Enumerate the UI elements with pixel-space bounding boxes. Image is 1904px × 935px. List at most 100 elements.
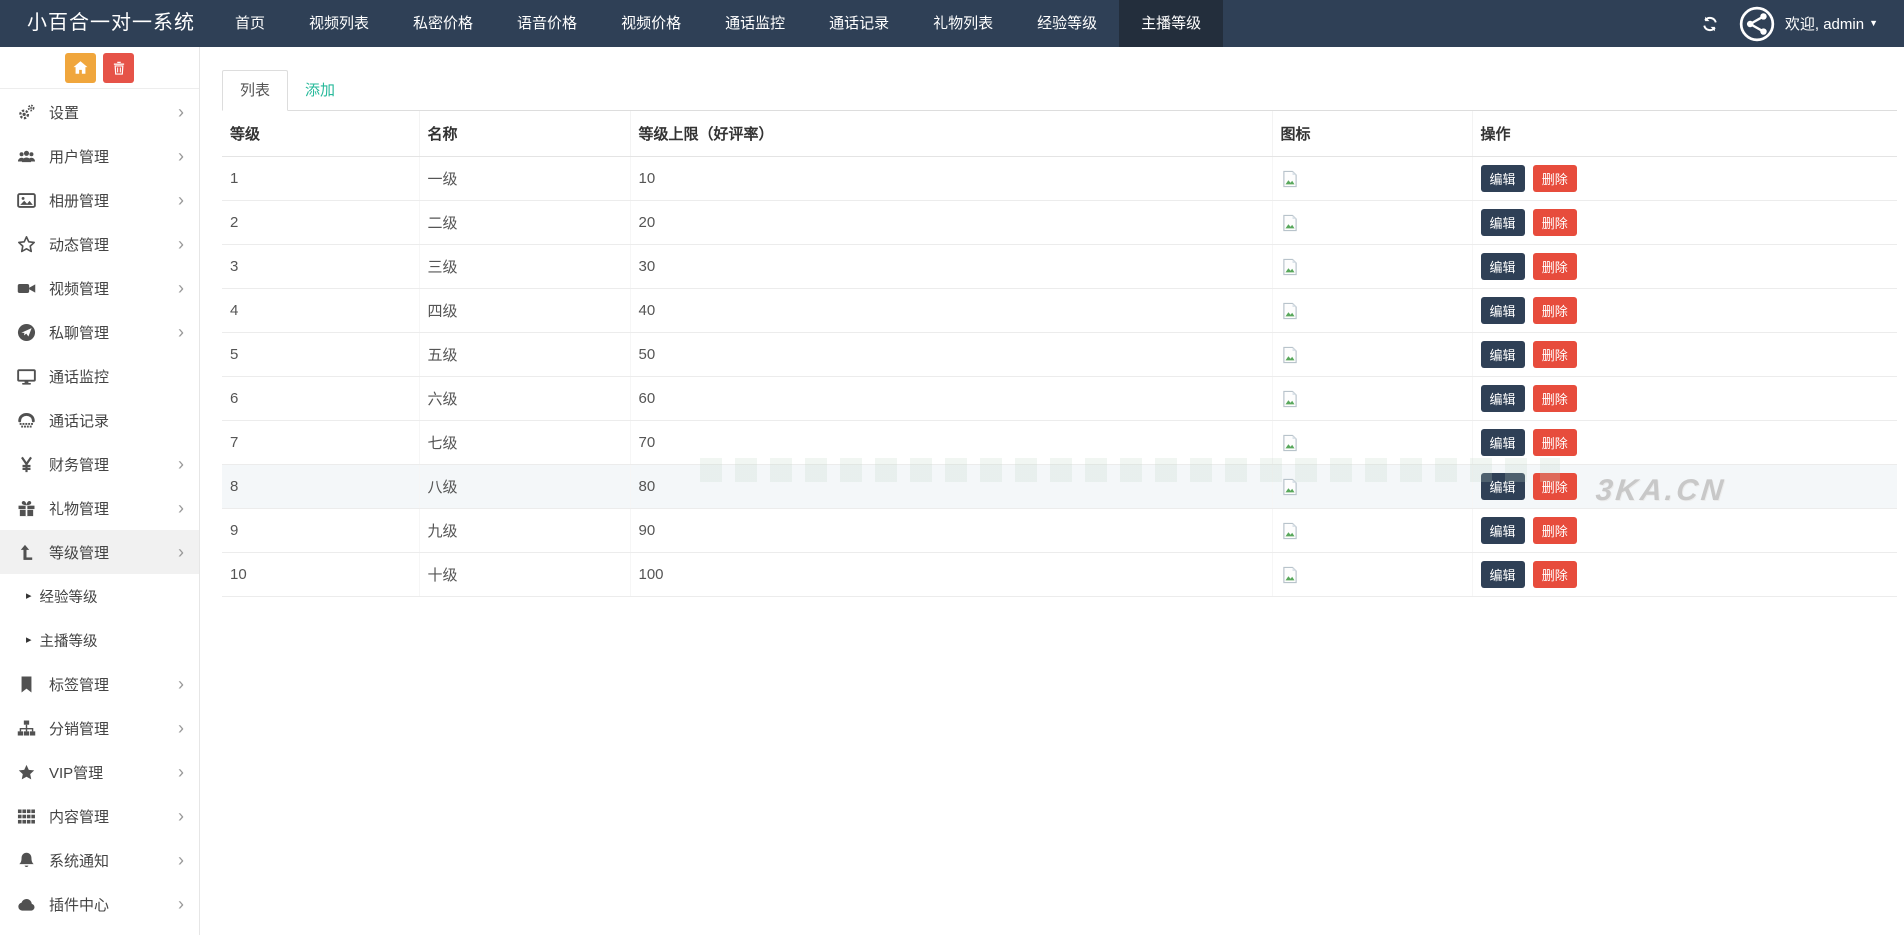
- delete-button[interactable]: 删除: [1532, 253, 1577, 280]
- chevron-right-icon: ›: [178, 234, 184, 254]
- delete-button[interactable]: 删除: [1532, 473, 1577, 500]
- navbar-item[interactable]: 主播等级: [1119, 0, 1224, 47]
- delete-button[interactable]: 删除: [1532, 561, 1577, 588]
- delete-button[interactable]: 删除: [1532, 517, 1577, 544]
- cell-name: 十级: [419, 552, 631, 597]
- cell-operations: 编辑 删除: [1472, 420, 1897, 465]
- cell-limit: 70: [630, 420, 1273, 465]
- sidebar-subitem-label: 经验等级: [39, 589, 98, 606]
- yen-icon: [17, 455, 36, 474]
- caret-right-icon: ▸: [26, 589, 32, 602]
- cell-level: 9: [222, 508, 420, 553]
- navbar-right: 欢迎, admin ▼: [1697, 0, 1904, 47]
- sidebar-subitem[interactable]: ▸ 经验等级: [0, 574, 199, 618]
- edit-button[interactable]: 编辑: [1480, 297, 1525, 324]
- tab-bar: 列表 添加: [222, 69, 1897, 111]
- sidebar-item[interactable]: 通话监控: [0, 354, 199, 398]
- edit-button[interactable]: 编辑: [1480, 385, 1525, 412]
- table-row: 5 五级 50 编辑 删除: [222, 332, 1897, 377]
- sidebar-item-label: 等级管理: [49, 544, 110, 562]
- tab-list[interactable]: 列表: [222, 70, 289, 111]
- edit-button[interactable]: 编辑: [1480, 429, 1525, 456]
- sidebar-item[interactable]: 动态管理 ›: [0, 222, 199, 266]
- edit-button[interactable]: 编辑: [1480, 517, 1525, 544]
- edit-button[interactable]: 编辑: [1480, 561, 1525, 588]
- sidebar-item-label: 分销管理: [49, 720, 110, 738]
- refresh-icon: [1701, 15, 1719, 33]
- sidebar-item-label: 内容管理: [49, 808, 110, 826]
- sidebar-item[interactable]: 分销管理 ›: [0, 706, 199, 750]
- table-row: 7 七级 70 编辑 删除: [222, 420, 1897, 465]
- table-row: 1 一级 10 编辑 删除: [222, 156, 1897, 201]
- delete-button[interactable]: 删除: [1532, 209, 1577, 236]
- cell-level: 10: [222, 552, 420, 597]
- navbar-item[interactable]: 礼物列表: [911, 0, 1015, 47]
- broken-image-icon: [1281, 346, 1299, 364]
- navbar-item[interactable]: 首页: [213, 0, 287, 47]
- navbar-item[interactable]: 视频价格: [599, 0, 703, 47]
- cell-icon: [1272, 508, 1473, 553]
- user-dropdown[interactable]: 欢迎, admin ▼: [1785, 13, 1878, 34]
- star-icon: [17, 763, 36, 782]
- column-header: 名称: [419, 111, 631, 157]
- sidebar-item-label: 相册管理: [49, 192, 110, 210]
- navbar-item[interactable]: 视频列表: [287, 0, 391, 47]
- avatar[interactable]: [1739, 6, 1775, 42]
- video-icon: [17, 279, 36, 298]
- phone-icon: [17, 411, 36, 430]
- sidebar-item[interactable]: 私聊管理 ›: [0, 310, 199, 354]
- refresh-button[interactable]: [1697, 11, 1723, 37]
- home-icon: [72, 59, 89, 76]
- sidebar-menu: 设置 › 用户管理 › 相册管理 › 动态管理 › 视频管理 › 私聊管理 › …: [0, 89, 199, 926]
- sidebar-item[interactable]: 用户管理 ›: [0, 134, 199, 178]
- sidebar-item[interactable]: 内容管理 ›: [0, 794, 199, 838]
- sidebar-item[interactable]: 礼物管理 ›: [0, 486, 199, 530]
- sidebar-item[interactable]: 等级管理 ›: [0, 530, 199, 574]
- cell-icon: [1272, 156, 1473, 201]
- sidebar-item[interactable]: VIP管理 ›: [0, 750, 199, 794]
- home-button[interactable]: [65, 52, 96, 83]
- cell-icon: [1272, 332, 1473, 377]
- sidebar-item[interactable]: 财务管理 ›: [0, 442, 199, 486]
- delete-button[interactable]: 删除: [1532, 341, 1577, 368]
- delete-button[interactable]: 删除: [1532, 385, 1577, 412]
- column-header: 图标: [1272, 111, 1473, 157]
- sidebar-subitem-label: 主播等级: [39, 633, 98, 650]
- navbar-item[interactable]: 私密价格: [391, 0, 495, 47]
- navbar-item[interactable]: 经验等级: [1015, 0, 1119, 47]
- delete-button[interactable]: 删除: [1532, 429, 1577, 456]
- tab-add[interactable]: 添加: [288, 71, 352, 110]
- edit-button[interactable]: 编辑: [1480, 253, 1525, 280]
- sidebar-item[interactable]: 通话记录: [0, 398, 199, 442]
- sidebar-item[interactable]: 相册管理 ›: [0, 178, 199, 222]
- table-row: 6 六级 60 编辑 删除: [222, 376, 1897, 421]
- sidebar-item[interactable]: 视频管理 ›: [0, 266, 199, 310]
- sidebar-item[interactable]: 系统通知 ›: [0, 838, 199, 882]
- cell-limit: 90: [630, 508, 1273, 553]
- sidebar-item-label: 礼物管理: [49, 500, 110, 518]
- delete-button[interactable]: 删除: [1532, 165, 1577, 192]
- chevron-right-icon: ›: [178, 806, 184, 826]
- sidebar-item[interactable]: 插件中心 ›: [0, 882, 199, 926]
- cell-level: 7: [222, 420, 420, 465]
- table-row: 9 九级 90 编辑 删除: [222, 508, 1897, 553]
- chevron-right-icon: ›: [178, 498, 184, 518]
- sidebar-subitem[interactable]: ▸ 主播等级: [0, 618, 199, 662]
- sidebar-item-label: 财务管理: [49, 456, 110, 474]
- sidebar-item-label: 插件中心: [49, 896, 110, 914]
- navbar-item[interactable]: 通话记录: [807, 0, 911, 47]
- edit-button[interactable]: 编辑: [1480, 341, 1525, 368]
- cell-limit: 10: [630, 156, 1273, 201]
- cell-limit: 40: [630, 288, 1273, 333]
- clear-cache-button[interactable]: [103, 52, 134, 83]
- sidebar-item[interactable]: 标签管理 ›: [0, 662, 199, 706]
- edit-button[interactable]: 编辑: [1480, 165, 1525, 192]
- edit-button[interactable]: 编辑: [1480, 473, 1525, 500]
- sidebar-item[interactable]: 设置 ›: [0, 90, 199, 134]
- navbar-item[interactable]: 语音价格: [495, 0, 599, 47]
- navbar-item[interactable]: 通话监控: [703, 0, 807, 47]
- levelup-icon: [17, 543, 36, 562]
- edit-button[interactable]: 编辑: [1480, 209, 1525, 236]
- cell-level: 8: [222, 464, 420, 509]
- delete-button[interactable]: 删除: [1532, 297, 1577, 324]
